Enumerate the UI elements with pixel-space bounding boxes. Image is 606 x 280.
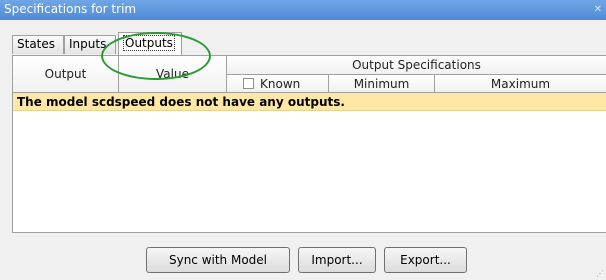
import-button[interactable]: Import... <box>298 247 376 273</box>
tab-outputs[interactable]: Outputs <box>118 32 182 55</box>
column-header-maximum[interactable]: Maximum <box>435 75 606 93</box>
column-header-minimum[interactable]: Minimum <box>329 75 435 93</box>
sync-with-model-button[interactable]: Sync with Model <box>146 247 290 273</box>
known-label: Known <box>260 76 301 91</box>
tab-states[interactable]: States <box>12 35 64 54</box>
window-title: Specifications for trim <box>4 2 137 16</box>
column-header-output[interactable]: Output <box>13 56 119 93</box>
known-checkbox[interactable] <box>243 78 254 89</box>
export-button[interactable]: Export... <box>384 247 467 273</box>
outputs-panel: Output Value Output Specifications Known… <box>12 55 606 233</box>
close-icon[interactable]: ✕ <box>594 0 602 19</box>
dialog-body: States Inputs Outputs Output Value Outpu… <box>0 20 606 280</box>
no-outputs-message: The model scdspeed does not have any out… <box>13 93 606 111</box>
tab-outputs-label: Outputs <box>123 35 175 51</box>
resize-grip-icon[interactable]: ⋰ <box>596 269 604 278</box>
window-title-bar: Specifications for trim ✕ <box>0 0 606 20</box>
column-header-value[interactable]: Value <box>119 56 227 93</box>
tab-inputs[interactable]: Inputs <box>64 35 116 54</box>
column-header-known[interactable]: Known <box>227 75 329 93</box>
column-group-output-specifications: Output Specifications <box>227 56 606 75</box>
